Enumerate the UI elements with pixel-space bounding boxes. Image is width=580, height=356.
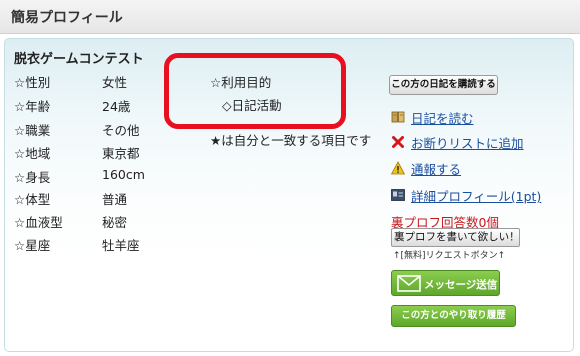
red-x-icon xyxy=(391,135,405,149)
subscribe-diary-button[interactable]: この方の日記を購読する xyxy=(389,75,498,95)
add-to-block-list-link[interactable]: お断りリストに追加 xyxy=(411,133,524,152)
profile-label: ☆年齢 xyxy=(14,99,51,114)
profile-value: 牡羊座 xyxy=(102,238,140,253)
purpose-item: ◇日記活動 xyxy=(222,98,282,113)
detail-profile-link[interactable]: 詳細プロフィール(1pt) xyxy=(411,186,541,205)
profile-label: ☆星座 xyxy=(14,238,51,253)
purpose-highlight-box xyxy=(164,53,346,129)
match-note: ★は自分と一致する項目です xyxy=(210,133,372,148)
send-message-button[interactable]: メッセージ送信 xyxy=(391,270,500,296)
ura-profile-request-button[interactable]: 裏プロフを書いて欲しい！ xyxy=(391,228,520,247)
request-note: ↑[無料]リクエストボタン↑ xyxy=(393,251,506,261)
profile-card-icon xyxy=(391,188,405,202)
mail-icon xyxy=(397,275,421,292)
book-icon xyxy=(391,110,405,124)
message-history-button[interactable]: この方とのやり取り履歴 xyxy=(391,305,516,327)
profile-value: 秘密 xyxy=(102,215,128,230)
profile-label: ☆地域 xyxy=(14,146,51,161)
purpose-label: ☆利用目的 xyxy=(210,75,272,90)
profile-label: ☆性別 xyxy=(14,75,51,90)
profile-value: 24歳 xyxy=(102,99,131,114)
profile-value: 160cm xyxy=(102,167,145,182)
user-name: 脱衣ゲームコンテスト xyxy=(14,52,144,67)
profile-label: ☆身長 xyxy=(14,170,51,185)
read-diary-link[interactable]: 日記を読む xyxy=(411,108,474,127)
profile-label: ☆血液型 xyxy=(14,215,63,230)
page-title: 簡易プロフィール xyxy=(11,10,123,26)
profile-label: ☆職業 xyxy=(14,123,51,138)
report-link[interactable]: 通報する xyxy=(411,159,461,178)
profile-value: 東京都 xyxy=(102,146,140,161)
profile-value: 普通 xyxy=(102,192,128,207)
profile-value: その他 xyxy=(102,123,140,138)
header-bar: 簡易プロフィール xyxy=(0,0,580,34)
send-message-label: メッセージ送信 xyxy=(424,279,498,291)
warning-icon xyxy=(390,161,406,175)
profile-label: ☆体型 xyxy=(14,192,51,207)
profile-value: 女性 xyxy=(102,75,128,90)
